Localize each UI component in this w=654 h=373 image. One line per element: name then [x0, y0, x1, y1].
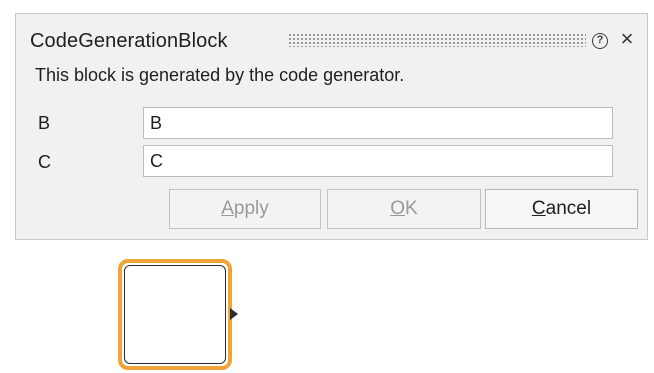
- dialog-title: CodeGenerationBlock: [30, 30, 228, 52]
- block-description: This block is generated by the code gene…: [35, 65, 405, 85]
- drag-grip-handle[interactable]: [288, 33, 586, 47]
- cancel-mnemonic: C: [531, 198, 546, 219]
- field-input-b[interactable]: [143, 107, 613, 139]
- apply-label-rest: pply: [233, 198, 269, 219]
- code-generation-block[interactable]: [118, 259, 232, 370]
- help-icon[interactable]: ?: [592, 33, 608, 49]
- block-parameters-dialog: CodeGenerationBlock ? × This block is ge…: [15, 13, 648, 240]
- apply-mnemonic: A: [221, 198, 234, 219]
- model-canvas: CodeGenerationBlock ? × This block is ge…: [0, 0, 654, 373]
- output-port-icon[interactable]: [230, 308, 238, 320]
- field-label-c: C: [38, 152, 51, 172]
- field-input-c[interactable]: [143, 145, 613, 177]
- block-body: [124, 265, 226, 364]
- cancel-label-rest: ancel: [545, 198, 592, 219]
- ok-mnemonic: O: [390, 198, 406, 219]
- cancel-button[interactable]: Cancel: [485, 189, 638, 229]
- ok-button[interactable]: OK: [327, 189, 481, 229]
- close-icon[interactable]: ×: [617, 27, 637, 51]
- ok-label-rest: K: [405, 198, 418, 219]
- field-label-b: B: [38, 113, 51, 133]
- apply-button[interactable]: Apply: [169, 189, 321, 229]
